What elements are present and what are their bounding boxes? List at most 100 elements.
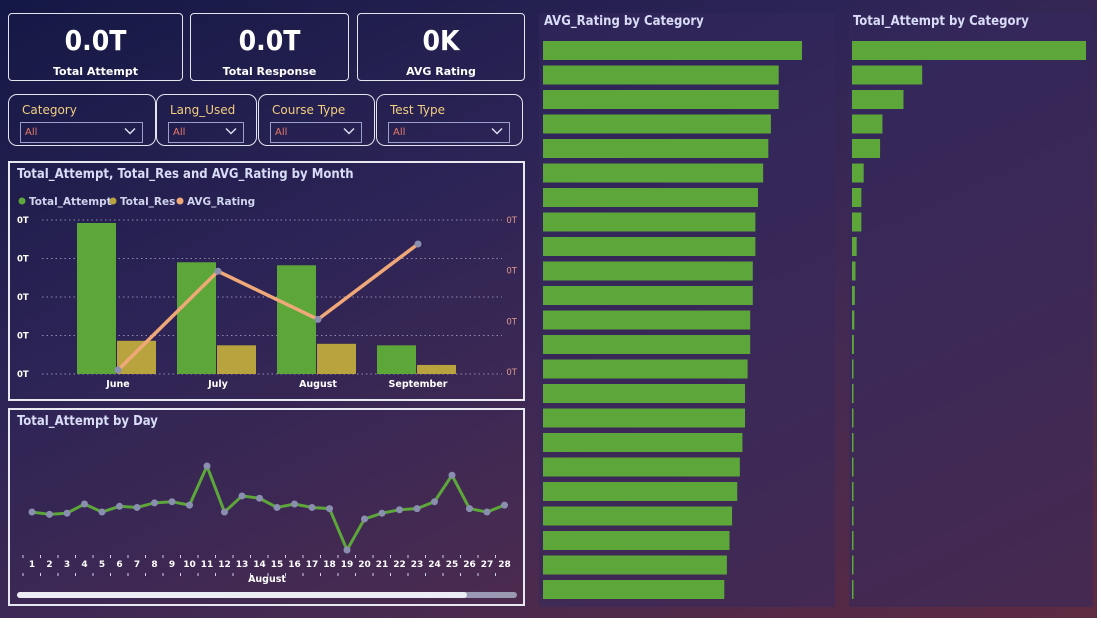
category-bar bbox=[543, 384, 746, 403]
category-bar bbox=[852, 286, 855, 305]
y-tick-label: 0T bbox=[17, 370, 29, 380]
category-bar bbox=[543, 531, 730, 550]
kpi-card-total-attempt[interactable]: 0.0T Total Attempt bbox=[8, 13, 183, 81]
chevron-down-icon bbox=[491, 127, 503, 135]
line-point bbox=[28, 508, 36, 516]
category-bar bbox=[543, 506, 733, 526]
window-edge-right bbox=[1097, 0, 1101, 627]
category-bar bbox=[543, 139, 769, 158]
series-line-total-attempt bbox=[31, 462, 506, 554]
category-bar bbox=[543, 310, 751, 330]
bar-total-attempt bbox=[77, 223, 116, 374]
legend-label: AVG_Rating bbox=[187, 196, 255, 208]
test-type-dropdown[interactable]: All bbox=[388, 122, 510, 143]
category-bar bbox=[852, 212, 862, 232]
x-tick-label: September bbox=[389, 379, 448, 390]
line-point bbox=[98, 508, 106, 516]
category-bar bbox=[543, 90, 779, 109]
category-bar bbox=[543, 41, 802, 60]
category-bar bbox=[543, 114, 771, 134]
course-type-dropdown[interactable]: All bbox=[270, 122, 362, 143]
category-bar bbox=[543, 359, 748, 379]
category-bar bbox=[852, 482, 854, 501]
slicer-test-type: Test Type All bbox=[376, 94, 523, 146]
scrollbar-thumb[interactable] bbox=[17, 592, 467, 598]
category-bar bbox=[543, 188, 758, 207]
category-dropdown[interactable]: All bbox=[20, 122, 143, 143]
day-line-chart[interactable]: 1 2 3 4 5 6 7 8 9 10 11 12 13 14 15 16 17 18 19 20 21 22 23 24 2… bbox=[10, 410, 523, 604]
line-point bbox=[186, 501, 193, 509]
category-bar bbox=[852, 90, 904, 109]
category-bar bbox=[852, 114, 883, 134]
y2-tick-label: 0T bbox=[506, 267, 517, 277]
category-bar bbox=[543, 457, 740, 477]
kpi-value: 0.0T bbox=[238, 24, 301, 57]
x-tick-label: 28 bbox=[498, 560, 511, 570]
category-bar bbox=[543, 261, 753, 281]
kpi-card-avg-rating[interactable]: 0K AVG Rating bbox=[357, 13, 525, 81]
line-point bbox=[214, 267, 222, 275]
line-point bbox=[378, 509, 386, 517]
dropdown-value: All bbox=[275, 127, 288, 138]
category-bar bbox=[852, 531, 854, 550]
x-tick-label: 8 bbox=[151, 560, 157, 570]
x-tick-label: August bbox=[299, 379, 337, 390]
x-tick-label: 13 bbox=[236, 560, 249, 570]
total-attempt-bar-chart[interactable] bbox=[849, 13, 1093, 607]
x-tick-label: 1 bbox=[29, 560, 35, 570]
line-point bbox=[361, 515, 368, 523]
category-bar bbox=[852, 335, 854, 354]
chevron-down-icon bbox=[225, 127, 237, 135]
x-axis-title: August bbox=[248, 574, 286, 585]
dropdown-value: All bbox=[173, 127, 186, 138]
line-point bbox=[414, 240, 422, 248]
category-bar bbox=[543, 212, 756, 232]
y-tick-label: 0T bbox=[17, 216, 29, 226]
x-tick-label: 6 bbox=[116, 560, 122, 570]
category-bar bbox=[852, 41, 1086, 60]
x-tick-label: 22 bbox=[393, 560, 406, 570]
bar-total-attempt bbox=[377, 345, 416, 374]
kpi-label: AVG Rating bbox=[406, 65, 476, 78]
legend-marker bbox=[109, 197, 117, 205]
x-tick-label: 25 bbox=[446, 560, 459, 570]
x-tick-label: 9 bbox=[169, 560, 175, 570]
line-point bbox=[431, 498, 438, 506]
category-bar bbox=[543, 335, 751, 354]
x-tick-label: 24 bbox=[428, 560, 441, 570]
slicer-title: Category bbox=[22, 103, 77, 117]
x-tick-label: 12 bbox=[218, 560, 231, 570]
line-point bbox=[203, 462, 211, 470]
line-point bbox=[413, 505, 421, 513]
line-point bbox=[116, 502, 123, 510]
line-point bbox=[466, 505, 473, 513]
line-point bbox=[308, 503, 316, 511]
y-tick-label: 0T bbox=[17, 293, 29, 303]
line-point bbox=[483, 508, 491, 516]
series-line-avg-rating bbox=[116, 242, 420, 372]
x-tick-label: 26 bbox=[463, 560, 476, 570]
line-point bbox=[396, 506, 403, 514]
legend-marker bbox=[18, 197, 26, 205]
avg-rating-bar-chart[interactable] bbox=[539, 13, 835, 607]
line-point bbox=[314, 315, 322, 323]
bar-total-attempt bbox=[277, 265, 316, 374]
line-point bbox=[343, 546, 351, 554]
category-bar bbox=[852, 261, 856, 281]
month-combo-chart[interactable]: Total_Attempt Total_Res AVG_Rating 0T 0T 0T 0… bbox=[10, 163, 523, 399]
category-bar bbox=[852, 384, 854, 403]
line-point bbox=[273, 503, 281, 511]
legend-label: Total_Attempt bbox=[29, 196, 112, 208]
horizontal-scrollbar[interactable] bbox=[17, 592, 517, 598]
kpi-card-total-response[interactable]: 0.0T Total Response bbox=[190, 13, 349, 81]
y-tick-label: 0T bbox=[17, 332, 29, 342]
category-bar bbox=[852, 310, 855, 330]
slicer-title: Lang_Used bbox=[170, 103, 236, 117]
slicer-category: Category All bbox=[8, 94, 156, 146]
lang-used-dropdown[interactable]: All bbox=[168, 122, 244, 143]
line-point bbox=[501, 501, 508, 509]
line-point bbox=[168, 498, 176, 506]
window-edge-bottom bbox=[0, 618, 1101, 627]
category-bar bbox=[852, 506, 854, 526]
x-tick-label: 14 bbox=[253, 560, 266, 570]
